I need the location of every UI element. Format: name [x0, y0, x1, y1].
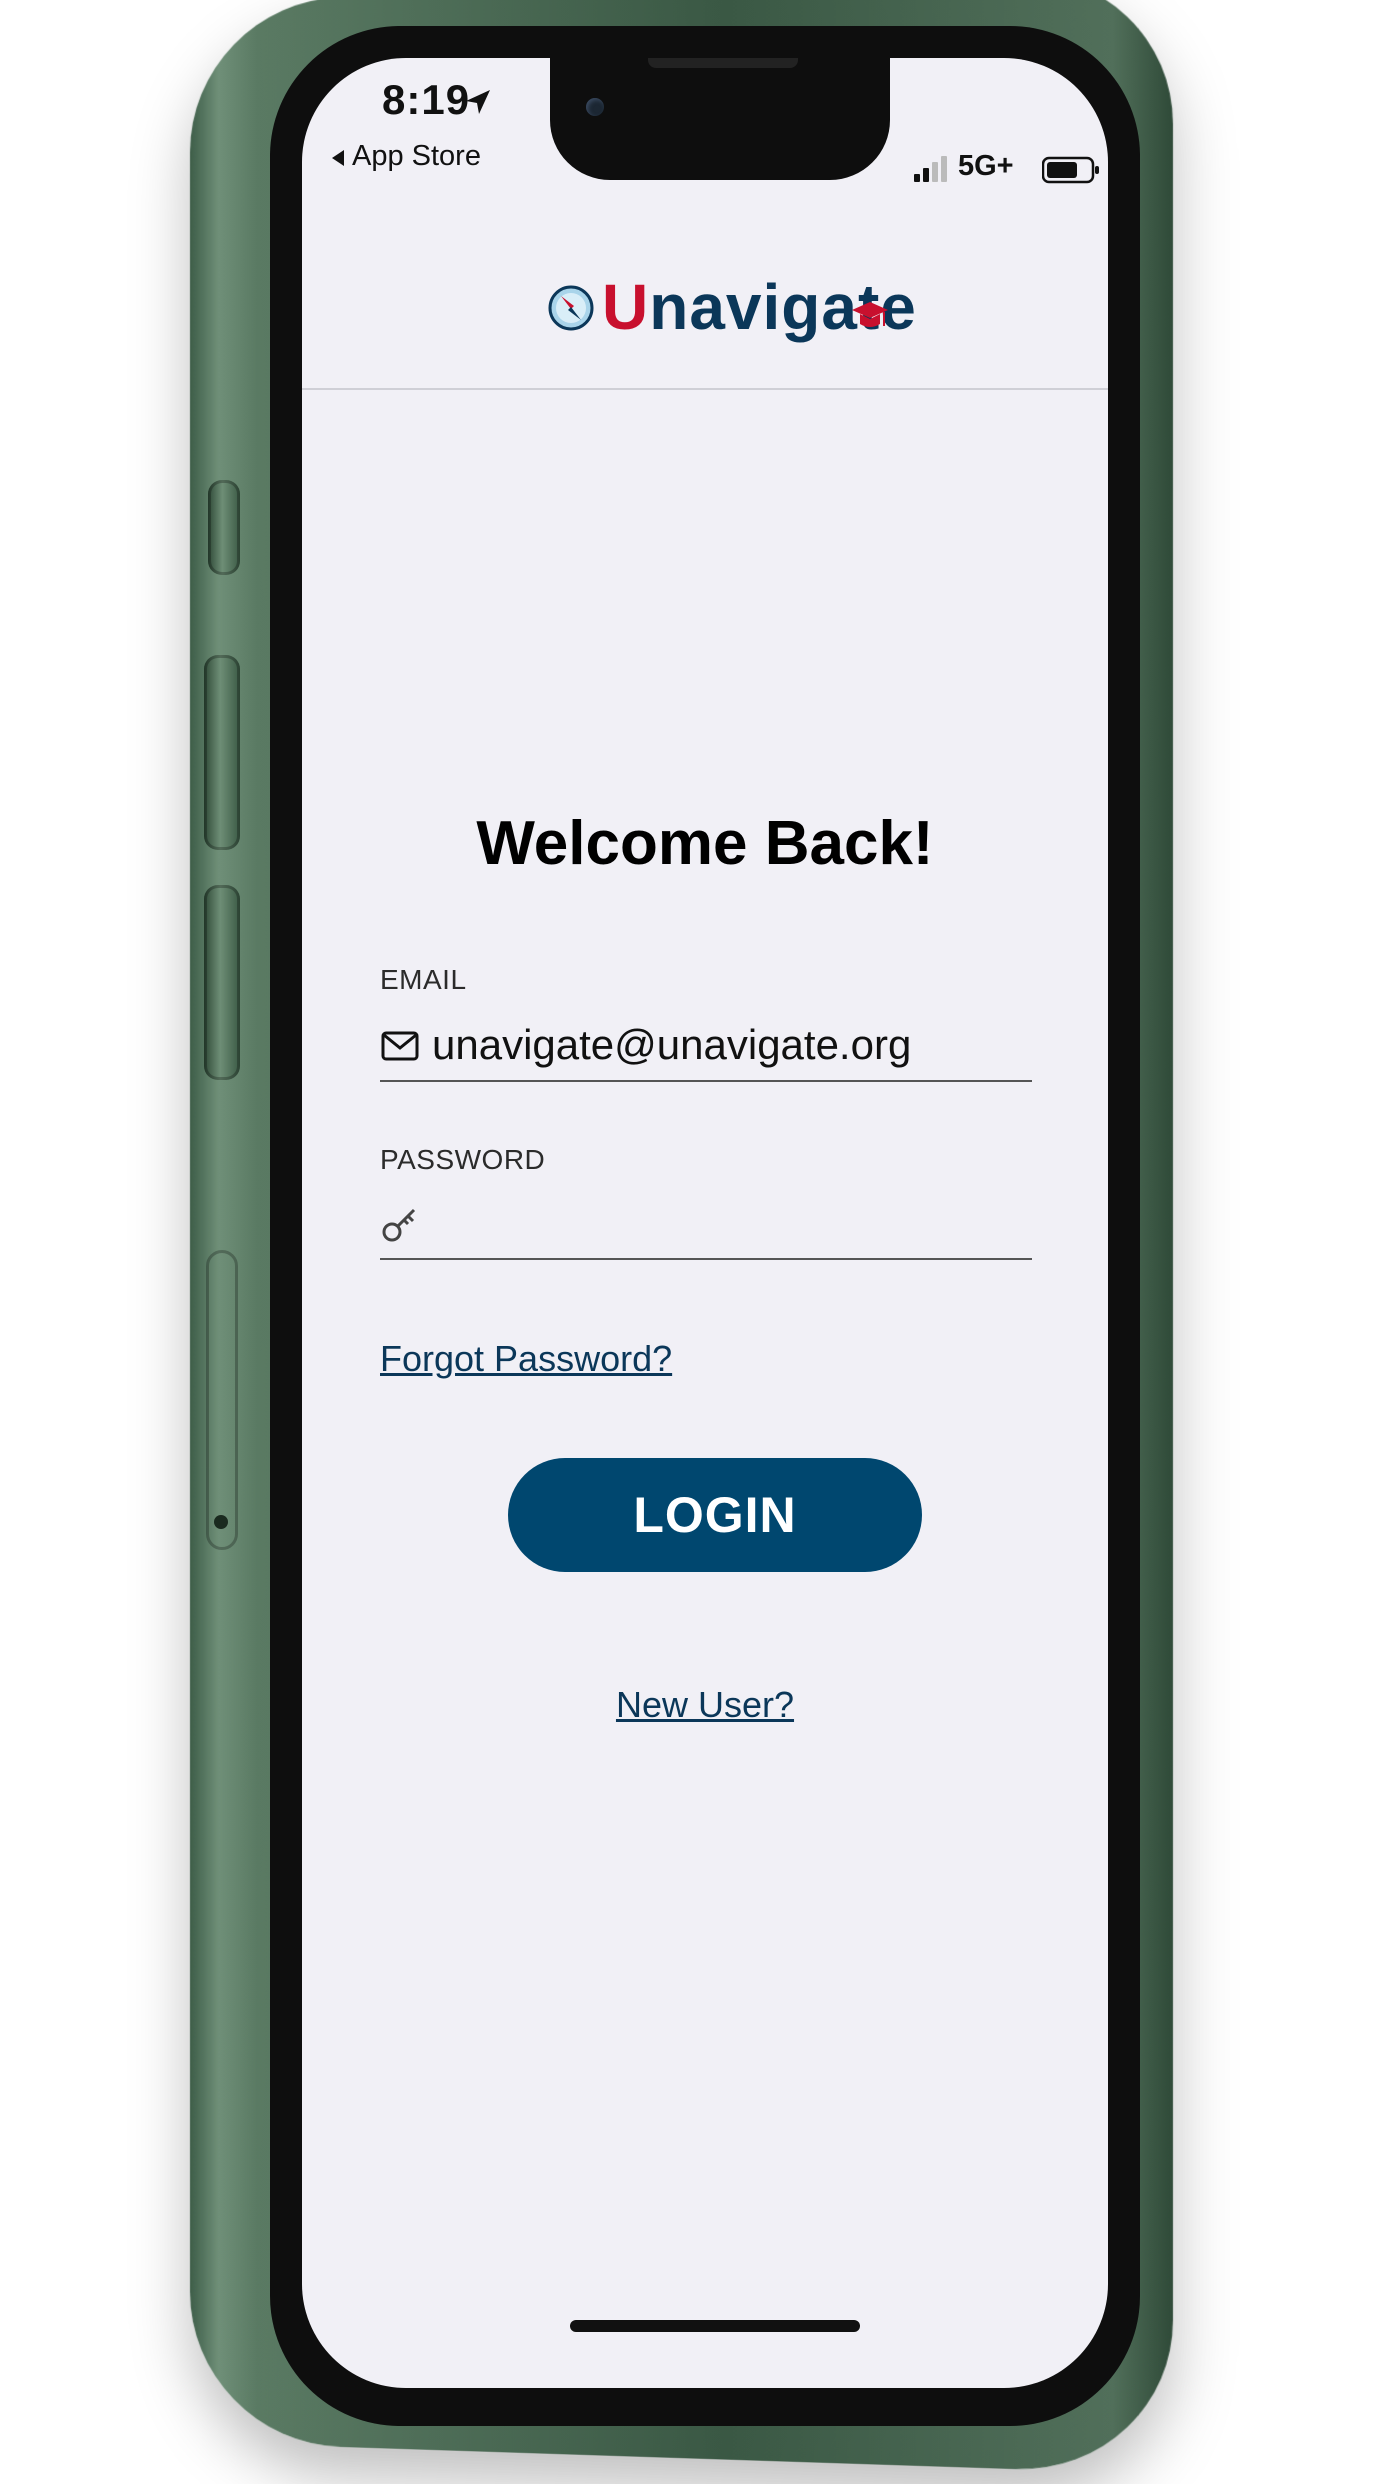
- app-header: Unavigate: [302, 228, 1108, 390]
- page-title: Welcome Back!: [476, 809, 934, 878]
- password-field: [380, 1192, 1032, 1260]
- notch: [550, 58, 890, 180]
- status-time: 8:19: [382, 76, 471, 123]
- email-field: [380, 1014, 1032, 1082]
- back-to-app-link[interactable]: App Store: [352, 140, 481, 173]
- location-arrow-icon: [466, 90, 490, 114]
- network-type: 5G+: [958, 150, 1014, 182]
- front-camera: [586, 98, 604, 116]
- home-indicator[interactable]: [570, 2320, 860, 2332]
- battery-icon: [1042, 156, 1099, 184]
- earpiece-speaker: [648, 58, 798, 68]
- forgot-password-link[interactable]: Forgot Password?: [380, 1338, 672, 1380]
- graduation-cap-icon: [852, 302, 888, 327]
- key-icon: [382, 1208, 416, 1242]
- email-input[interactable]: [432, 1014, 1022, 1076]
- volume-up-button: [204, 655, 240, 850]
- cellular-signal-icon: [914, 156, 947, 182]
- password-label: PASSWORD: [380, 1144, 546, 1175]
- back-arrow-icon[interactable]: [330, 148, 346, 168]
- email-label: EMAIL: [380, 964, 467, 995]
- silent-switch: [208, 480, 240, 575]
- password-input[interactable]: [432, 1192, 1022, 1254]
- mail-icon: [381, 1031, 419, 1061]
- compass-icon: [548, 285, 594, 331]
- new-user-link[interactable]: New User?: [302, 1684, 1108, 1726]
- sim-tray: [206, 1250, 238, 1550]
- login-button[interactable]: LOGIN: [508, 1458, 922, 1572]
- logo-first-letter: U: [602, 271, 650, 343]
- app-screen: 8:19 App Store 5G+ Unavigate Welcome Bac…: [302, 58, 1108, 2388]
- volume-down-button: [204, 885, 240, 1080]
- sim-eject-hole: [214, 1515, 228, 1529]
